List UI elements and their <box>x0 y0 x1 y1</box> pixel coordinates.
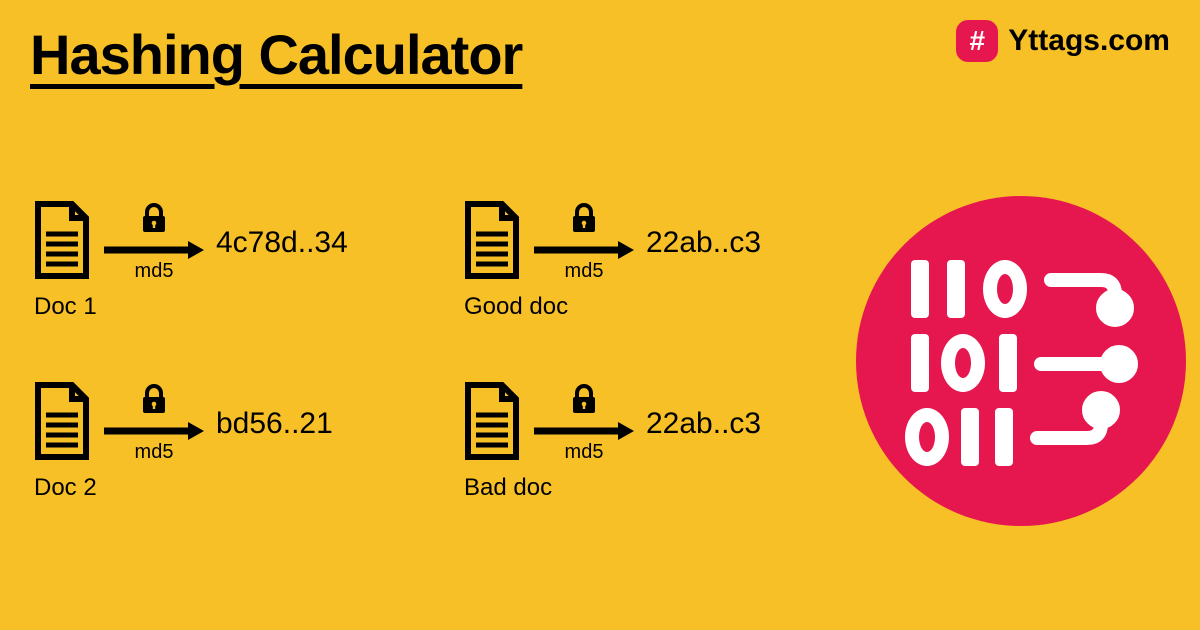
algo-label: md5 <box>565 260 604 283</box>
lock-icon <box>137 202 171 241</box>
lock-icon <box>567 383 601 422</box>
algo-label: md5 <box>135 441 174 464</box>
doc-label: Bad doc <box>464 474 850 502</box>
hashing-diagram: md5 4c78d..34 Doc 1 <box>30 200 850 502</box>
algo-label: md5 <box>135 260 174 283</box>
doc-label: Doc 1 <box>34 293 420 321</box>
hash-item: md5 22ab..c3 Bad doc <box>460 381 850 502</box>
hash-value: 4c78d..34 <box>216 226 348 260</box>
hash-item: md5 4c78d..34 Doc 1 <box>30 200 420 321</box>
document-icon <box>460 200 524 285</box>
brand-logo: # Yttags.com <box>956 20 1170 62</box>
hash-item: md5 22ab..c3 Good doc <box>460 200 850 321</box>
document-icon <box>30 200 94 285</box>
algo-label: md5 <box>565 441 604 464</box>
doc-label: Doc 2 <box>34 474 420 502</box>
doc-label: Good doc <box>464 293 850 321</box>
hash-value: 22ab..c3 <box>646 407 761 441</box>
hash-value: 22ab..c3 <box>646 226 761 260</box>
document-icon <box>30 381 94 466</box>
lock-icon <box>567 202 601 241</box>
page-title: Hashing Calculator <box>30 22 522 87</box>
document-icon <box>460 381 524 466</box>
binary-circuit-icon <box>856 196 1186 526</box>
hashtag-icon: # <box>956 20 998 62</box>
hash-value: bd56..21 <box>216 407 333 441</box>
lock-icon <box>137 383 171 422</box>
hash-item: md5 bd56..21 Doc 2 <box>30 381 420 502</box>
brand-name: Yttags.com <box>1008 24 1170 58</box>
